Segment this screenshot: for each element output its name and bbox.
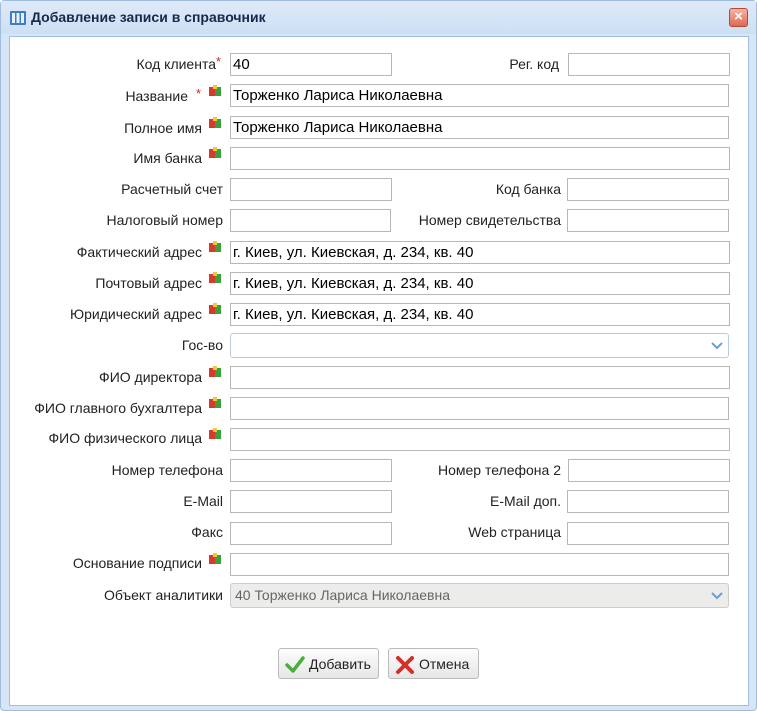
phone-input[interactable]: [230, 459, 392, 482]
country-label: Гос-во: [181, 337, 223, 353]
certificate-number-label: Номер свидетельства: [418, 212, 561, 228]
chevron-down-icon[interactable]: [707, 585, 727, 606]
legal-address-label: Юридический адрес: [69, 306, 202, 322]
bank-code-label: Код банка: [495, 181, 561, 197]
web-input[interactable]: [567, 522, 729, 545]
individual-input[interactable]: [230, 428, 730, 451]
director-label: ФИО директора: [99, 369, 202, 385]
form-panel: Код клиента * 40 Рег. код Название * Тор…: [9, 36, 749, 706]
postal-address-input[interactable]: г. Киев, ул. Киевская, д. 234, кв. 40: [230, 272, 730, 295]
chief-accountant-label: ФИО главного бухгалтера: [34, 400, 202, 416]
fax-label: Факс: [191, 524, 223, 540]
check-icon: [285, 656, 305, 673]
title-bar[interactable]: Добавление записи в справочник ×: [1, 1, 756, 34]
cross-icon: [396, 656, 414, 674]
client-code-input[interactable]: 40: [230, 53, 392, 76]
account-label: Расчетный счет: [121, 181, 223, 197]
chevron-down-icon[interactable]: [707, 335, 727, 356]
add-button-label: Добавить: [309, 656, 371, 672]
web-label: Web страница: [468, 524, 561, 540]
translate-icon[interactable]: [209, 397, 221, 409]
email-extra-input[interactable]: [567, 490, 729, 513]
client-code-label: Код клиента: [136, 56, 216, 72]
translate-icon[interactable]: [209, 553, 221, 565]
translate-icon[interactable]: [209, 428, 221, 440]
signature-basis-label: Основание подписи: [72, 555, 202, 571]
reg-code-input[interactable]: [568, 53, 730, 76]
bank-name-label: Имя банка: [133, 150, 202, 166]
reg-code-label: Рег. код: [509, 56, 559, 72]
postal-address-label: Почтовый адрес: [95, 275, 202, 291]
director-input[interactable]: [230, 366, 730, 389]
signature-basis-input[interactable]: [230, 553, 729, 576]
phone2-input[interactable]: [568, 459, 730, 482]
close-button[interactable]: ×: [729, 8, 748, 27]
cancel-button-label: Отмена: [419, 656, 470, 672]
country-select[interactable]: [230, 333, 729, 358]
add-button[interactable]: Добавить: [278, 648, 379, 679]
window-title: Добавление записи в справочник: [31, 9, 266, 25]
tax-number-label: Налоговый номер: [106, 212, 223, 228]
translate-icon[interactable]: [209, 241, 221, 253]
chief-accountant-input[interactable]: [230, 397, 729, 420]
required-mark: *: [216, 54, 222, 69]
cancel-button[interactable]: Отмена: [388, 648, 479, 679]
phone-label: Номер телефона: [111, 462, 223, 478]
required-mark: *: [196, 86, 202, 101]
name-label: Название: [125, 88, 188, 104]
translate-icon[interactable]: [209, 117, 221, 129]
certificate-number-input[interactable]: [567, 209, 729, 232]
tax-number-input[interactable]: [230, 209, 391, 232]
analytics-object-select[interactable]: 40 Торженко Лариса Николаевна: [230, 583, 729, 608]
analytics-object-value: 40 Торженко Лариса Николаевна: [235, 587, 450, 603]
full-name-input[interactable]: Торженко Лариса Николаевна: [230, 116, 729, 139]
phone2-label: Номер телефона 2: [437, 462, 561, 478]
legal-address-input[interactable]: г. Киев, ул. Киевская, д. 234, кв. 40: [230, 303, 730, 326]
email-extra-label: E-Mail доп.: [490, 493, 561, 509]
bank-code-input[interactable]: [567, 178, 729, 201]
individual-label: ФИО физического лица: [48, 430, 202, 446]
directory-icon: [10, 11, 26, 25]
translate-icon[interactable]: [209, 303, 221, 315]
full-name-label: Полное имя: [124, 120, 202, 136]
email-input[interactable]: [230, 490, 392, 513]
email-label: E-Mail: [183, 493, 223, 509]
account-input[interactable]: [230, 178, 392, 201]
analytics-object-label: Объект аналитики: [103, 587, 223, 603]
name-input[interactable]: Торженко Лариса Николаевна: [230, 84, 729, 107]
bank-name-input[interactable]: [230, 147, 730, 170]
actual-address-label: Фактический адрес: [76, 244, 202, 260]
actual-address-input[interactable]: г. Киев, ул. Киевская, д. 234, кв. 40: [230, 241, 730, 264]
close-icon: ×: [734, 8, 743, 25]
translate-icon[interactable]: [209, 272, 221, 284]
translate-icon[interactable]: [209, 147, 221, 159]
translate-icon[interactable]: [209, 366, 221, 378]
dialog-window: Добавление записи в справочник × Код кли…: [0, 0, 757, 711]
translate-icon[interactable]: [209, 85, 221, 97]
fax-input[interactable]: [230, 522, 392, 545]
